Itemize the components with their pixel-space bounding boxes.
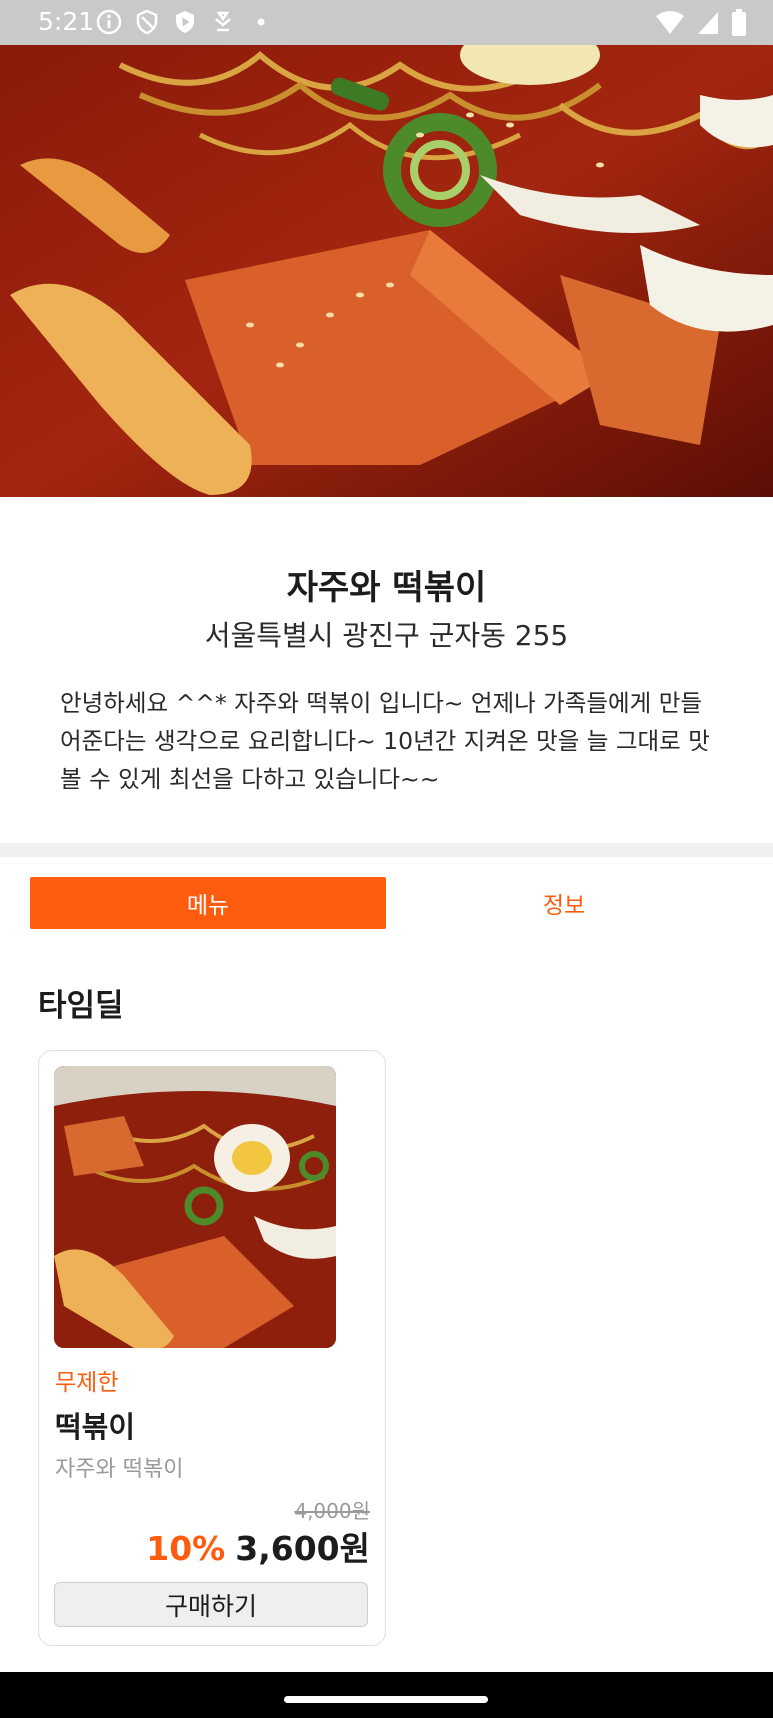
product-image (54, 1066, 336, 1348)
store-address: 서울특별시 광진구 군자동 255 (204, 619, 569, 652)
product-store-name: 자주와 떡볶이 (55, 1457, 184, 1482)
sale-price: 3,600원 (235, 1529, 370, 1568)
tab-info[interactable]: 정보 (386, 877, 742, 929)
store-hero-image (0, 45, 773, 497)
product-card[interactable]: 무제한 떡볶이 자주와 떡볶이 4,000원 10% 3,600원 구매하기 (38, 1050, 386, 1646)
signal-icon (695, 10, 721, 40)
home-gesture-handle[interactable] (284, 1696, 488, 1703)
store-name: 자주와 떡볶이 (286, 568, 487, 608)
shield-icon (134, 9, 160, 35)
play-protect-icon (172, 9, 198, 35)
status-time: 5:21 (38, 7, 95, 36)
tteokbokki-photo (0, 45, 773, 497)
buy-button[interactable]: 구매하기 (54, 1582, 368, 1627)
price-row: 10% 3,600원 (146, 1522, 370, 1570)
notification-icons (96, 9, 274, 35)
dot-icon (248, 9, 274, 35)
original-price: 4,000원 (294, 1499, 370, 1523)
tab-menu[interactable]: 메뉴 (30, 877, 386, 929)
battery-icon (731, 9, 747, 41)
navigation-bar (0, 1672, 773, 1718)
store-description: 안녕하세요 ^^* 자주와 떡볶이 입니다~ 언제나 가족들에게 만들어준다는 … (60, 689, 710, 793)
product-name: 떡볶이 (55, 1410, 136, 1444)
product-badge: 무제한 (55, 1370, 119, 1396)
system-icons (655, 9, 747, 41)
wifi-icon (655, 10, 685, 40)
discount-rate: 10% (146, 1529, 226, 1568)
section-title-timedeal: 타임딜 (38, 988, 124, 1024)
status-bar: 5:21 (0, 0, 773, 45)
info-icon (96, 9, 122, 35)
download-icon (210, 9, 236, 35)
section-divider (0, 843, 773, 857)
tteokbokki-thumbnail (54, 1066, 336, 1348)
